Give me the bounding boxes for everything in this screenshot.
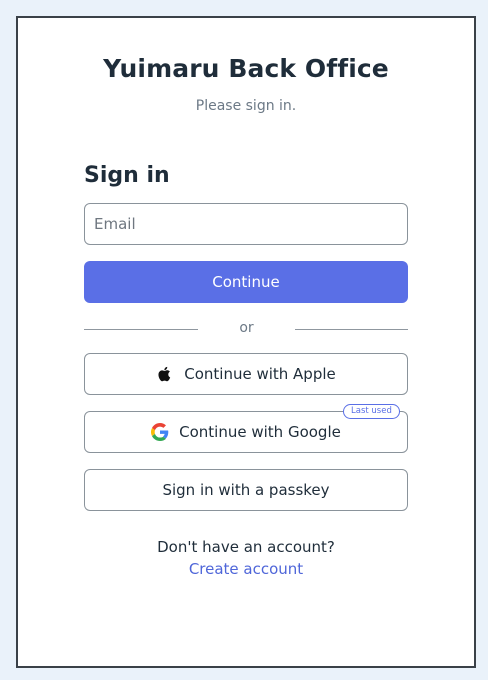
apple-button-label: Continue with Apple	[184, 365, 336, 383]
divider-line-right	[295, 329, 408, 330]
create-account-link[interactable]: Create account	[18, 560, 474, 578]
divider-or: or	[239, 320, 254, 336]
sign-in-heading: Sign in	[84, 163, 170, 188]
app-title: Yuimaru Back Office	[103, 54, 389, 83]
google-icon	[151, 423, 169, 441]
sign-in-card: Yuimaru Back Office Please sign in. Sign…	[16, 16, 476, 668]
no-account-prompt: Don't have an account?	[157, 538, 335, 556]
app-subtitle: Please sign in.	[195, 98, 297, 114]
apple-icon	[156, 365, 174, 383]
sign-in-with-passkey-button[interactable]: Sign in with a passkey	[84, 469, 408, 511]
continue-button[interactable]: Continue	[84, 261, 408, 303]
google-button-label: Continue with Google	[179, 423, 341, 441]
email-field[interactable]	[84, 203, 408, 245]
divider-line-left	[84, 329, 198, 330]
continue-with-apple-button[interactable]: Continue with Apple	[84, 353, 408, 395]
last-used-badge: Last used	[343, 404, 400, 419]
